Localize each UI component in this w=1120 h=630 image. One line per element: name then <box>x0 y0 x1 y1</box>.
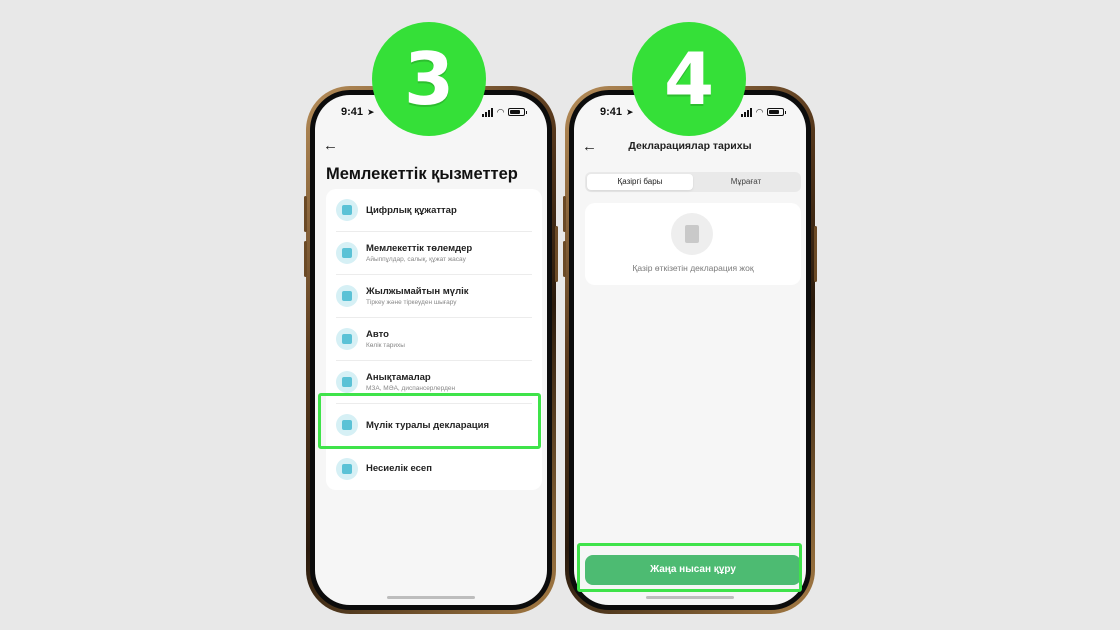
segmented-control: Қазіргі бары Мұрағат <box>585 172 801 192</box>
battery-icon <box>508 108 527 116</box>
screen-declaration-history: 9:41 ➤ ◠ ← Декларациялар тарихы Қазіргі … <box>574 95 806 605</box>
home-indicator <box>646 596 734 599</box>
empty-state-text: Қазір өткізетін декларация жоқ <box>632 263 754 273</box>
service-item-digital-documents[interactable]: Цифрлық құжаттар <box>336 189 532 232</box>
car-icon <box>336 328 358 350</box>
battery-icon <box>767 108 786 116</box>
item-title: Авто <box>366 329 389 340</box>
item-title: Мемлекеттік төлемдер <box>366 243 473 254</box>
calculator-icon <box>336 414 358 436</box>
service-item-real-estate[interactable]: Жылжымайтын мүлік Тіркеу және тіркеуден … <box>336 275 532 318</box>
volume-button <box>563 196 566 232</box>
home-indicator <box>387 596 475 599</box>
item-title: Мүлік туралы декларация <box>366 419 489 431</box>
power-button <box>555 226 558 282</box>
service-item-property-declaration[interactable]: Мүлік туралы декларация <box>336 404 532 447</box>
tab-current[interactable]: Қазіргі бары <box>587 174 693 190</box>
cellular-signal-icon <box>482 107 494 117</box>
item-title: Цифрлық құжаттар <box>366 204 457 216</box>
location-arrow-icon: ➤ <box>626 106 634 117</box>
phone-frame-left: 9:41 ➤ ◠ ← Мемлекеттік қызметтер Цифрлық… <box>304 86 558 614</box>
status-time: 9:41 <box>341 106 364 118</box>
tab-archive[interactable]: Мұрағат <box>693 174 799 190</box>
volume-button <box>304 241 307 277</box>
screen-government-services: 9:41 ➤ ◠ ← Мемлекеттік қызметтер Цифрлық… <box>315 95 547 605</box>
empty-state-card: Қазір өткізетін декларация жоқ <box>585 203 801 285</box>
location-arrow-icon: ➤ <box>367 106 375 117</box>
wifi-icon: ◠ <box>497 106 504 117</box>
service-item-state-payments[interactable]: Мемлекеттік төлемдер Айыппұлдар, салық, … <box>336 232 532 275</box>
volume-button <box>304 196 307 232</box>
services-list: Цифрлық құжаттар Мемлекеттік төлемдер Ай… <box>326 189 542 490</box>
nav-title: Декларациялар тарихы <box>628 140 752 152</box>
service-item-credit-report[interactable]: Несиелік есеп <box>336 447 532 490</box>
phone-frame-right: 9:41 ➤ ◠ ← Декларациялар тарихы Қазіргі … <box>563 86 817 614</box>
wifi-icon: ◠ <box>756 106 763 117</box>
document-icon <box>671 213 713 255</box>
step-badge-4: 4 <box>632 22 746 136</box>
list-document-icon <box>336 457 358 480</box>
item-subtitle: Айыппұлдар, салық, құжат жасау <box>366 256 466 263</box>
create-new-form-button[interactable]: Жаңа нысан құру <box>585 555 801 585</box>
step-badge-3: 3 <box>372 22 486 136</box>
volume-button <box>563 241 566 277</box>
item-title: Несиелік есеп <box>366 463 432 474</box>
status-time: 9:41 <box>600 106 623 118</box>
page-title: Мемлекеттік қызметтер <box>326 165 518 183</box>
calculator-icon <box>336 242 358 264</box>
document-icon <box>336 371 358 393</box>
power-button <box>814 226 817 282</box>
cellular-signal-icon <box>741 107 753 117</box>
item-subtitle: Тіркеу және тіркеуден шығару <box>366 299 457 306</box>
service-item-certificates[interactable]: Анықтамалар МЗА, МӘА, диспансерлерден <box>336 361 532 404</box>
building-icon <box>336 285 358 307</box>
id-card-icon <box>336 199 358 221</box>
item-title: Жылжымайтын мүлік <box>366 286 469 297</box>
back-arrow-icon[interactable]: ← <box>323 137 338 154</box>
item-subtitle: МЗА, МӘА, диспансерлерден <box>366 385 456 392</box>
item-title: Анықтамалар <box>366 372 431 383</box>
service-item-auto[interactable]: Авто Көлік тарихы <box>336 318 532 361</box>
item-subtitle: Көлік тарихы <box>366 342 405 349</box>
